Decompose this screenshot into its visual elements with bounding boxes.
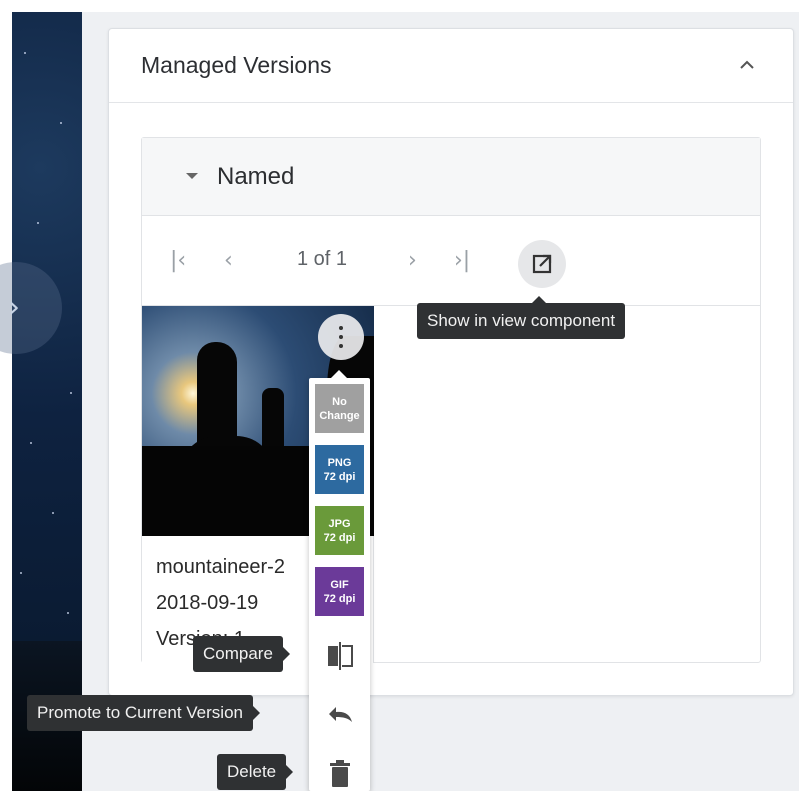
format-sublabel: 72 dpi (323, 470, 356, 483)
background-image (12, 12, 82, 791)
format-sublabel: 72 dpi (323, 531, 356, 544)
chevron-right-icon: › (8, 290, 20, 325)
next-page-icon[interactable]: › (408, 248, 417, 273)
star (37, 222, 39, 224)
version-date: 2018-09-19 (156, 592, 259, 614)
format-sublabel: 72 dpi (323, 592, 356, 605)
named-section: Named |‹ ‹ 1 of 1 › ›| mountaineer-2 201… (141, 137, 761, 663)
version-actions-menu: No Change PNG 72 dpi JPG 72 dpi GIF 72 d… (309, 370, 370, 791)
panel-header[interactable]: Managed Versions (109, 29, 793, 103)
format-no-change-button[interactable]: No Change (315, 384, 364, 433)
window-left-edge (0, 0, 12, 791)
first-page-icon[interactable]: |‹ (170, 248, 186, 273)
format-label: GIF (330, 578, 349, 591)
version-name: mountaineer-2 (156, 556, 285, 578)
show-in-view-tooltip: Show in view component (417, 296, 626, 339)
star (30, 442, 32, 444)
format-gif-button[interactable]: GIF 72 dpi (315, 567, 364, 616)
format-jpg-button[interactable]: JPG 72 dpi (315, 506, 364, 555)
promote-tooltip: Promote to Current Version (27, 695, 260, 731)
trash-icon[interactable] (324, 758, 356, 790)
chevron-up-icon[interactable] (735, 53, 759, 77)
star (24, 52, 26, 54)
star (60, 122, 62, 124)
format-png-button[interactable]: PNG 72 dpi (315, 445, 364, 494)
panel-title: Managed Versions (141, 52, 332, 78)
more-vert-icon[interactable] (318, 314, 364, 360)
format-sublabel: Change (319, 409, 360, 422)
format-label: No (332, 395, 347, 408)
managed-versions-panel: Managed Versions Named |‹ ‹ 1 of 1 › ›| (108, 28, 794, 696)
page-indicator: 1 of 1 (297, 248, 348, 270)
pagination-bar: |‹ ‹ 1 of 1 › ›| (142, 216, 760, 306)
delete-tooltip: Delete (217, 754, 294, 790)
window-top-bar (0, 0, 799, 12)
star (70, 392, 72, 394)
named-section-header[interactable]: Named (142, 138, 760, 216)
compare-tooltip: Compare (193, 636, 290, 672)
open-in-new-icon (532, 254, 552, 274)
format-label: PNG (327, 456, 352, 469)
section-title: Named (217, 163, 295, 190)
caret-down-icon (186, 173, 198, 179)
undo-icon[interactable] (324, 700, 356, 732)
star (20, 572, 22, 574)
prev-page-icon[interactable]: ‹ (224, 248, 233, 273)
format-label: JPG (328, 517, 351, 530)
compare-icon[interactable] (324, 640, 356, 672)
star (67, 612, 69, 614)
star (52, 512, 54, 514)
last-page-icon[interactable]: ›| (454, 248, 470, 273)
menu-notch (331, 370, 347, 378)
show-in-view-button[interactable] (518, 240, 566, 288)
